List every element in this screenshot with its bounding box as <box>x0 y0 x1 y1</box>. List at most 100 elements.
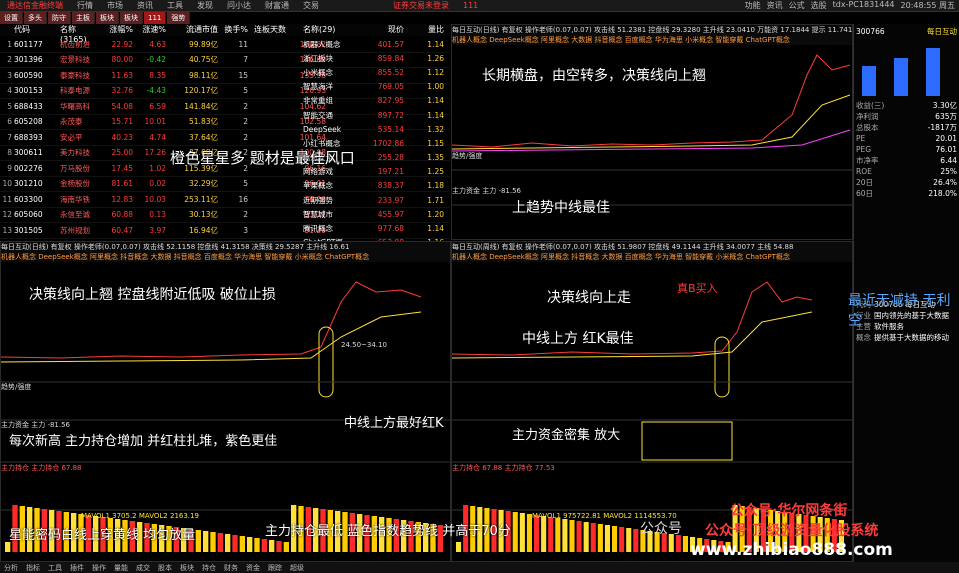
sector-row[interactable]: 非常重组 827.95 1.14 <box>300 94 450 108</box>
sector-col-name[interactable]: 名称(29) <box>300 24 358 36</box>
sector-row[interactable]: 近期强势 233.97 1.71 <box>300 193 450 207</box>
col-turn[interactable]: 换手% <box>218 24 248 36</box>
bottom-nav-item[interactable]: 持仓 <box>202 563 216 573</box>
bottom-nav-item[interactable]: 板块 <box>180 563 194 573</box>
tab-sector-a[interactable]: 板块 <box>96 12 119 24</box>
menu-quotes[interactable]: 行情 <box>70 0 100 11</box>
volume-bar <box>512 512 518 552</box>
cell-mv: 32.29亿 <box>189 179 218 189</box>
sector-col-vr[interactable]: 量比 <box>404 24 444 36</box>
watermark-website: www.zhibiao888.com <box>690 540 893 560</box>
menu-function[interactable]: 功能 <box>745 0 761 11</box>
cell-spd: -4.43 <box>146 86 166 96</box>
cell-code: 601177 <box>14 39 43 49</box>
bottom-nav-item[interactable]: 跟踪 <box>268 563 282 573</box>
volume-bar <box>562 519 568 552</box>
sector-cell-q: 1.18 <box>427 181 444 191</box>
tab-bull[interactable]: 多头 <box>24 12 47 24</box>
bottom-nav-item[interactable]: 财务 <box>224 563 238 573</box>
cell-spd: 4.74 <box>149 132 166 142</box>
sector-col-price[interactable]: 现价 <box>358 24 404 36</box>
sector-cell-q: 1.14 <box>427 96 444 106</box>
bottom-nav-item[interactable]: 插件 <box>70 563 84 573</box>
volume-bar <box>583 522 589 552</box>
menu-market[interactable]: 市场 <box>100 0 130 11</box>
sector-row[interactable]: DeepSeek 535.14 1.32 <box>300 122 450 136</box>
sector-cell-p: 855.52 <box>377 67 404 77</box>
bottom-nav-item[interactable]: 量能 <box>114 563 128 573</box>
menu-formula[interactable]: 公式 <box>789 0 805 11</box>
concept-bar-bl: 机器人概念 DeepSeek概念 阿里概念 抖音概念 大数据 抖音概念 百度概念… <box>1 252 450 262</box>
br-highlight-oval <box>714 336 730 398</box>
cell-i: 7 <box>7 132 12 142</box>
volume-bar <box>210 532 216 552</box>
bottom-nav-item[interactable]: 操作 <box>92 563 106 573</box>
sector-row[interactable]: 小米概念 855.52 1.12 <box>300 65 450 79</box>
col-days[interactable]: 连板天数 <box>248 24 286 36</box>
bottom-nav-item[interactable]: 超级 <box>290 563 304 573</box>
bottom-nav-item[interactable]: 工具 <box>48 563 62 573</box>
bottom-nav-item[interactable]: 成交 <box>136 563 150 573</box>
menu-select[interactable]: 选股 <box>811 0 827 11</box>
menu-tools[interactable]: 工具 <box>160 0 190 11</box>
sector-cell-q: 1.20 <box>427 209 444 219</box>
cell-chg: 80.00 <box>111 55 133 65</box>
cell-spd: -0.42 <box>146 55 166 65</box>
bottom-nav-item[interactable]: 股本 <box>158 563 172 573</box>
cell-code: 300153 <box>14 86 43 96</box>
cell-mv: 51.83亿 <box>189 117 218 127</box>
bl-sub3: 主力持仓 主力持仓 67.88 <box>1 463 82 473</box>
profile-value: 提供基于大数据的移动 <box>874 333 949 342</box>
br-sub3-text: 主力持仓 67.88 主力持仓 77.53 <box>452 464 555 472</box>
tab-settings[interactable]: 设置 <box>0 12 23 24</box>
tab-defense[interactable]: 防守 <box>48 12 71 24</box>
sector-row[interactable]: 智能交通 897.72 1.14 <box>300 108 450 122</box>
sector-row[interactable]: 智慧海洋 769.05 1.00 <box>300 80 450 94</box>
stat-value: 76.01 <box>935 145 957 154</box>
menu-news[interactable]: 资讯 <box>130 0 160 11</box>
chart-status-br-text: 每日互动(周线) 有复权 操作老师(0.07,0.07) 攻击线 51.9807… <box>452 243 794 251</box>
sector-cell-p: 838.37 <box>377 181 404 191</box>
sub-trend-text: 趋势/强度 <box>452 152 483 160</box>
stat-key: 总股本 <box>856 123 879 132</box>
volume-bar <box>283 542 289 552</box>
login-status[interactable]: 证券交易未登录 <box>386 0 456 11</box>
sector-row[interactable]: 苹果概念 838.37 1.18 <box>300 179 450 193</box>
bl-sub4: MAVOL1 3705.2 MAVOL2 2163.19 <box>81 511 199 521</box>
tab-mainboard[interactable]: 主板 <box>72 12 95 24</box>
col-mv[interactable]: 流通市值 <box>166 24 218 36</box>
menu-wealth[interactable]: 财富通 <box>258 0 296 11</box>
menu-info[interactable]: 资讯 <box>767 0 783 11</box>
panel-spacer <box>854 199 959 299</box>
bottom-nav-item[interactable]: 分析 <box>4 563 18 573</box>
sector-cell-p: 827.95 <box>377 96 404 106</box>
cell-i: 6 <box>7 117 12 127</box>
col-chg[interactable]: 涨幅% <box>100 24 133 36</box>
bottom-nav-item[interactable]: 指标 <box>26 563 40 573</box>
sector-row[interactable]: 机器人概念 401.57 1.14 <box>300 37 450 51</box>
menu-ask[interactable]: 问小达 <box>220 0 258 11</box>
tab-strong[interactable]: 强势 <box>167 12 191 24</box>
account-id: tdx-PC1831444 <box>832 0 895 9</box>
sector-row[interactable]: 智慧城市 455.97 1.20 <box>300 207 450 221</box>
stat-key: PE <box>856 134 866 143</box>
cell-code: 600590 <box>14 70 43 80</box>
sector-row[interactable]: 浙江板块 859.84 1.26 <box>300 51 450 65</box>
menu-discover[interactable]: 发现 <box>190 0 220 11</box>
cell-spd: 0.02 <box>149 179 166 189</box>
col-code[interactable]: 代码 <box>14 24 60 36</box>
sector-row[interactable]: 腾讯概念 977.68 1.14 <box>300 221 450 235</box>
tab-sector-b[interactable]: 板块 <box>120 12 143 24</box>
sector-cell-q: 1.32 <box>427 124 444 134</box>
chart-daily-top[interactable]: 每日互动(日线) 有复权 操作老师(0.07,0.07) 攻击线 51.2381… <box>451 24 853 240</box>
col-name[interactable]: 名称(3165) <box>60 24 100 44</box>
chart-daily-bottom-left[interactable]: 每日互动(日线) 有复权 操作老师(0.07,0.07) 攻击线 52.1158… <box>0 241 451 562</box>
menu-trade[interactable]: 交易 <box>296 0 326 11</box>
sector-cell-n: 腾讯概念 <box>303 224 333 234</box>
sector-cell-q: 1.71 <box>427 195 444 205</box>
chart-status: 每日互动(日线) 有复权 操作老师(0.07,0.07) 攻击线 51.2381… <box>452 25 852 35</box>
tab-111[interactable]: 111 <box>144 12 167 24</box>
bottom-nav-item[interactable]: 资金 <box>246 563 260 573</box>
app-title: 通达信金融终端 <box>7 1 63 10</box>
col-speed[interactable]: 涨速% <box>133 24 166 36</box>
